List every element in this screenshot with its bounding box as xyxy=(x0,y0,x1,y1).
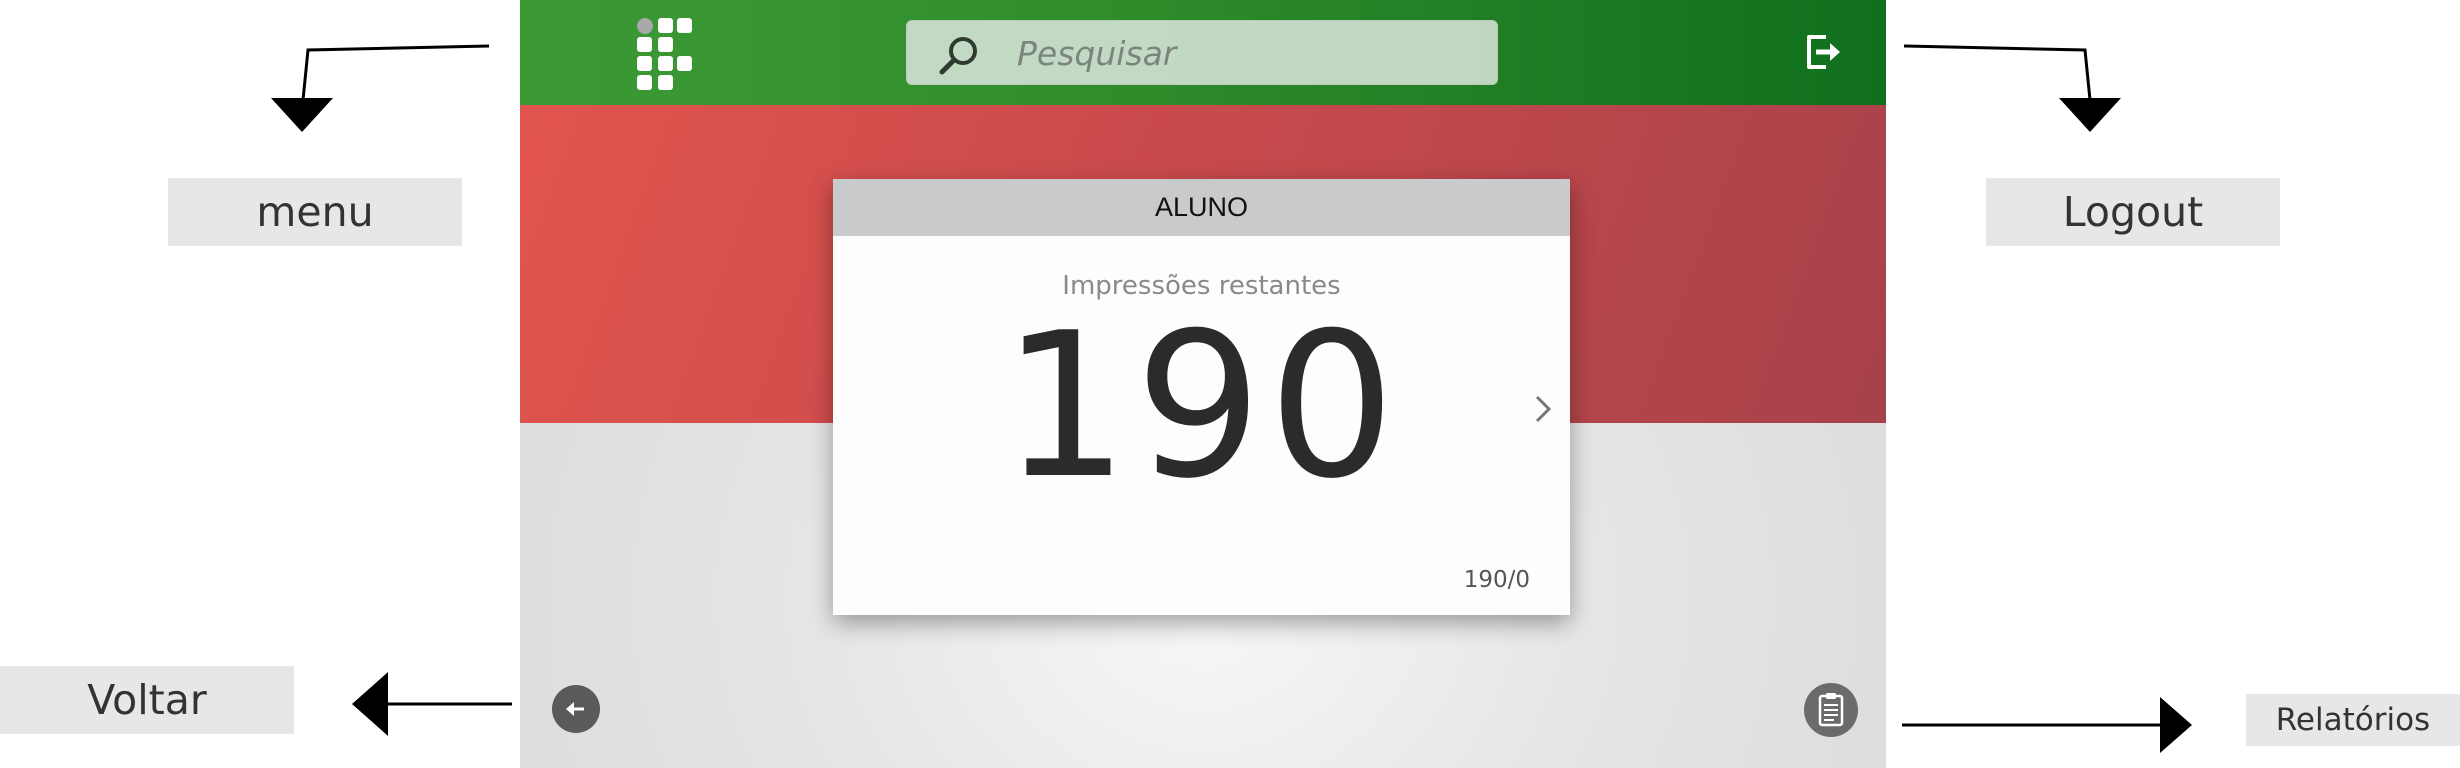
chevron-right-icon[interactable] xyxy=(1533,394,1553,424)
quota-card: ALUNO Impressões restantes 190 190/0 xyxy=(833,179,1570,615)
voltar-annotation-label: Voltar xyxy=(0,666,294,734)
menu-arrow-line xyxy=(301,44,490,101)
card-header: ALUNO xyxy=(833,179,1570,236)
arrow-left-icon xyxy=(566,702,584,716)
grid-logo-icon[interactable] xyxy=(637,18,695,92)
clipboard-icon xyxy=(1818,693,1844,727)
logout-annotation-label: Logout xyxy=(1986,178,2280,246)
logout-arrow-line xyxy=(1903,44,2092,101)
search-input[interactable] xyxy=(1015,21,1479,86)
logo-dot xyxy=(637,18,653,34)
search-bar[interactable] xyxy=(906,20,1498,86)
top-bar xyxy=(520,0,1886,105)
logout-arrow-head xyxy=(2059,98,2121,132)
menu-arrow-head xyxy=(271,98,333,132)
app-screen: ALUNO Impressões restantes 190 190/0 xyxy=(520,0,1886,768)
card-footer-count: 190/0 xyxy=(1463,567,1530,593)
logout-icon[interactable] xyxy=(1802,31,1844,73)
relatorios-arrow-head xyxy=(2160,697,2192,753)
remaining-prints-value: 190 xyxy=(1001,290,1402,523)
relatorios-annotation-label: Relatórios xyxy=(2246,694,2460,746)
back-button[interactable] xyxy=(552,685,600,733)
reports-button[interactable] xyxy=(1804,683,1858,737)
voltar-arrow-head xyxy=(352,672,388,736)
search-icon xyxy=(939,37,977,75)
menu-annotation-label: menu xyxy=(168,178,462,246)
